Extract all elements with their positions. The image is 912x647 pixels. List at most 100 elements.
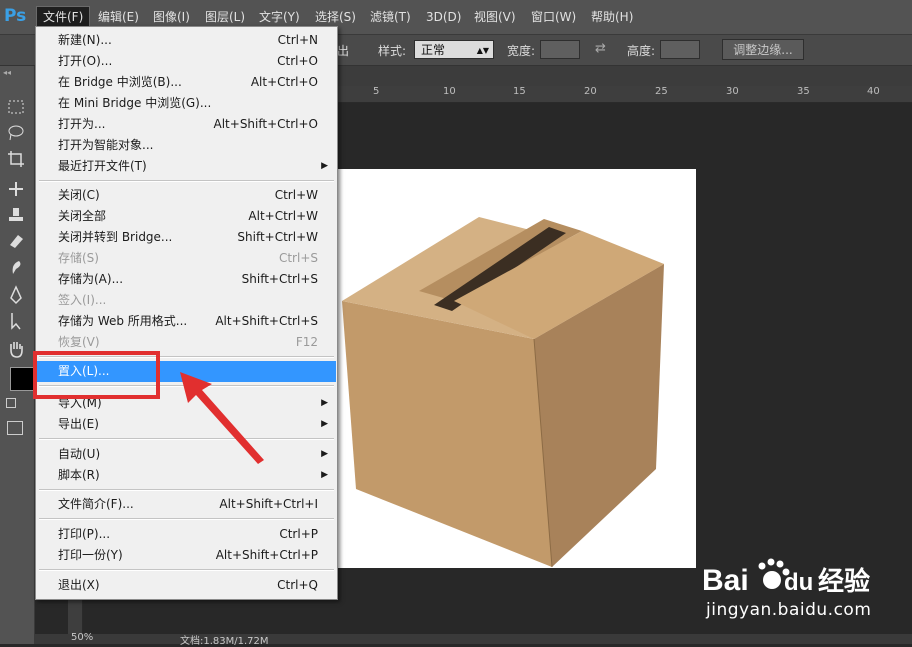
menu-item-browse-bridge[interactable]: 在 Bridge 中浏览(B)... Alt+Ctrl+O [37,72,336,93]
menu-item-shortcut: Alt+Shift+Ctrl+S [215,314,318,328]
swap-icon[interactable]: ⇄ [595,41,606,56]
menu-item-label: 文件简介(F)... [58,497,134,511]
menu-item-shortcut: Alt+Shift+Ctrl+O [213,117,318,131]
menu-item-label: 新建(N)... [58,33,112,47]
width-input[interactable] [540,40,580,59]
eraser-tool-icon[interactable] [5,230,27,252]
menu-separator [39,569,334,571]
collapse-icon[interactable]: ◂◂ [3,68,11,77]
watermark-brand-text: Bai [702,564,749,597]
menu-item-shortcut: Shift+Ctrl+W [237,230,318,244]
menu-item-open[interactable]: 打开(O)... Ctrl+O [37,51,336,72]
menu-item-revert[interactable]: 恢复(V) F12 [37,332,336,353]
menu-item-check-in[interactable]: 签入(I)... [37,290,336,311]
menu-item-label: 打开(O)... [58,54,113,68]
path-select-tool-icon[interactable] [5,310,27,332]
submenu-arrow-icon: ▶ [321,449,328,459]
menu-item-label: 恢复(V) [58,335,100,349]
menu-view[interactable]: 视图(V) [468,7,522,27]
menu-item-file-info[interactable]: 文件简介(F)... Alt+Shift+Ctrl+I [37,494,336,515]
menu-item-shortcut: Ctrl+Q [277,578,318,592]
submenu-arrow-icon: ▶ [321,161,328,171]
menu-window[interactable]: 窗口(W) [525,7,582,27]
ruler-tick: 25 [655,86,668,97]
menu-file[interactable]: 文件(F) [35,6,91,28]
red-arrow-annotation [180,372,264,464]
menu-item-label: 最近打开文件(T) [58,159,147,173]
watermark-url: jingyan.baidu.com [706,600,872,620]
menu-item-shortcut: Ctrl+O [277,54,318,68]
width-label: 宽度: [507,44,536,58]
menu-item-label: 在 Mini Bridge 中浏览(G)... [58,96,212,110]
menu-item-close-go-bridge[interactable]: 关闭并转到 Bridge... Shift+Ctrl+W [37,227,336,248]
menu-layer[interactable]: 图层(L) [199,7,251,27]
menu-item-label: 打开为... [58,117,106,131]
menu-item-open-smart-object[interactable]: 打开为智能对象... [37,135,336,156]
menu-item-shortcut: Shift+Ctrl+S [241,272,318,286]
ruler-tick: 20 [584,86,597,97]
crop-tool-icon[interactable] [5,148,27,170]
height-label: 高度: [627,44,656,58]
menu-separator [39,489,334,491]
menu-item-label: 存储(S) [58,251,99,265]
menu-item-save[interactable]: 存储(S) Ctrl+S [37,248,336,269]
menu-item-label: 打开为智能对象... [58,138,154,152]
menu-item-browse-mini-bridge[interactable]: 在 Mini Bridge 中浏览(G)... [37,93,336,114]
document-canvas[interactable] [334,169,696,568]
default-colors-icon[interactable] [6,398,16,408]
menu-item-label: 脚本(R) [58,468,100,482]
menu-select[interactable]: 选择(S) [309,7,362,27]
zoom-level[interactable]: 50% [71,632,93,643]
foreground-color-swatch[interactable] [10,367,34,391]
marquee-tool-icon[interactable] [5,96,27,118]
menu-help[interactable]: 帮助(H) [585,7,639,27]
submenu-arrow-icon: ▶ [321,470,328,480]
menu-item-close[interactable]: 关闭(C) Ctrl+W [37,185,336,206]
menu-item-exit[interactable]: 退出(X) Ctrl+Q [37,575,336,596]
menu-item-print-one-copy[interactable]: 打印一份(Y) Alt+Shift+Ctrl+P [37,545,336,566]
menu-edit[interactable]: 编辑(E) [92,7,145,27]
pen-tool-icon[interactable] [5,284,27,306]
menu-item-recent-files[interactable]: 最近打开文件(T) ▶ [37,156,336,177]
menu-item-save-as[interactable]: 存储为(A)... Shift+Ctrl+S [37,269,336,290]
menu-filter[interactable]: 滤镜(T) [364,7,417,27]
menu-3d[interactable]: 3D(D) [420,7,467,27]
ruler-tick: 40 [867,86,880,97]
height-input[interactable] [660,40,700,59]
menu-item-shortcut: Alt+Shift+Ctrl+I [219,497,318,511]
menu-separator [39,518,334,520]
menu-item-label: 关闭(C) [58,188,100,202]
menu-item-print[interactable]: 打印(P)... Ctrl+P [37,524,336,545]
menu-item-shortcut: Ctrl+N [277,33,318,47]
stamp-tool-icon[interactable] [5,204,27,226]
photoshop-logo: Ps [4,6,27,26]
menu-item-shortcut: Ctrl+P [279,527,318,541]
refine-edge-button[interactable]: 调整边缘... [722,39,804,60]
menu-item-scripts[interactable]: 脚本(R) ▶ [37,465,336,486]
lasso-tool-icon[interactable] [5,122,27,144]
hand-tool-icon[interactable] [5,338,27,360]
file-menu-dropdown: 新建(N)... Ctrl+N 打开(O)... Ctrl+O 在 Bridge 中… [35,26,338,600]
style-select[interactable]: 正常 ▲▼ [414,40,494,59]
menu-item-label: 关闭并转到 Bridge... [58,230,173,244]
menu-item-shortcut: Alt+Ctrl+O [250,75,318,89]
menu-item-close-all[interactable]: 关闭全部 Alt+Ctrl+W [37,206,336,227]
menu-item-label: 存储为 Web 所用格式... [58,314,188,328]
quick-mask-icon[interactable] [7,421,23,435]
menu-item-save-for-web[interactable]: 存储为 Web 所用格式... Alt+Shift+Ctrl+S [37,311,336,332]
submenu-arrow-icon: ▶ [321,419,328,429]
menu-type[interactable]: 文字(Y) [253,7,306,27]
menu-item-label: 在 Bridge 中浏览(B)... [58,75,182,89]
menu-item-shortcut: F12 [295,335,318,349]
smudge-tool-icon[interactable] [5,256,27,278]
menu-image[interactable]: 图像(I) [147,7,196,27]
menu-item-open-as[interactable]: 打开为... Alt+Shift+Ctrl+O [37,114,336,135]
healing-tool-icon[interactable] [5,178,27,200]
menu-item-shortcut: Alt+Ctrl+W [248,209,318,223]
status-bar: 50% 文档:1.83M/1.72M [35,632,912,647]
menu-item-new[interactable]: 新建(N)... Ctrl+N [37,30,336,51]
red-highlight-box [33,351,160,399]
option-partial-label: 出 [337,44,350,58]
ruler-tick: 35 [797,86,810,97]
ruler-tick: 10 [443,86,456,97]
